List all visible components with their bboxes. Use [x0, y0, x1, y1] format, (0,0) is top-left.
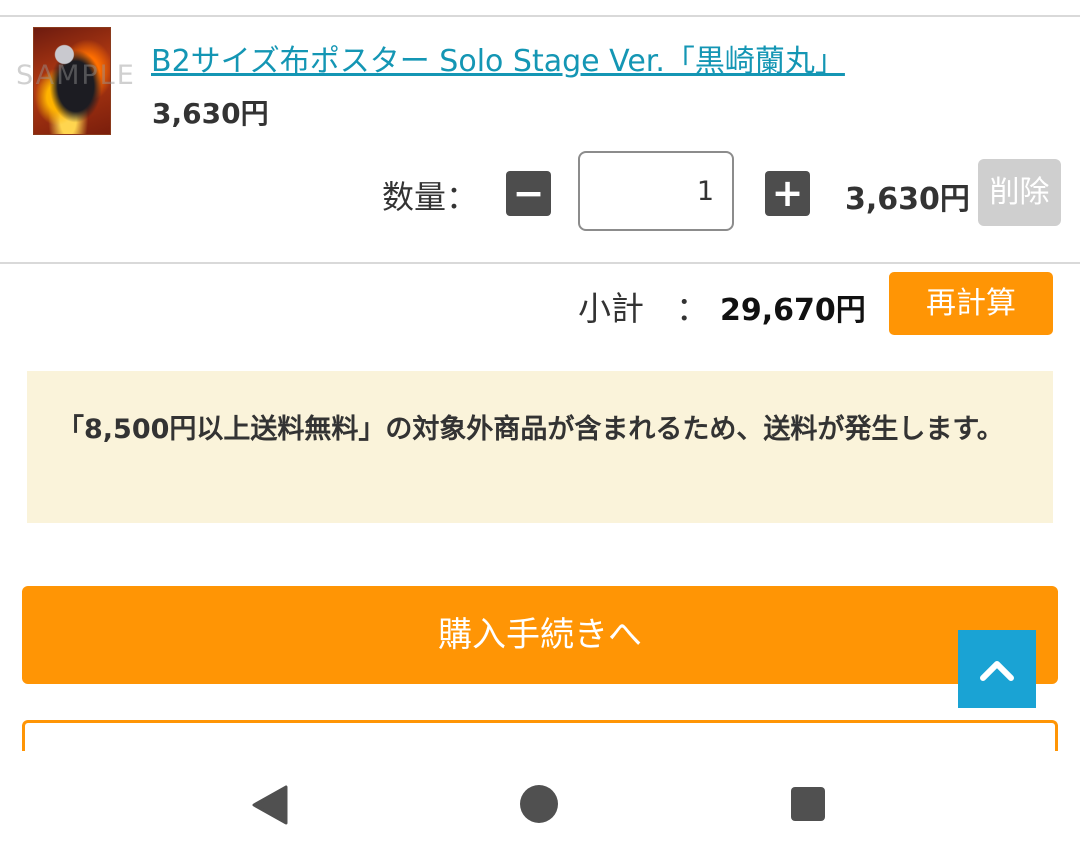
subtotal-colon: ： [676, 289, 709, 328]
subtotal-value: 29,670円 [720, 293, 866, 328]
product-unit-price: 3,630円 [152, 97, 269, 130]
sample-watermark: SAMPLE [16, 60, 136, 91]
quantity-input[interactable] [578, 151, 734, 231]
recents-square-icon[interactable] [791, 787, 825, 821]
recalculate-button[interactable]: 再計算 [889, 272, 1053, 335]
quantity-decrement-button[interactable]: − [506, 171, 551, 216]
minus-icon: − [512, 171, 545, 215]
delete-button[interactable]: 削除 [978, 159, 1061, 226]
shipping-notice: 「8,500円以上送料無料」の対象外商品が含まれるため、送料が発生します。 [27, 371, 1053, 523]
cart-item-bottom-divider [0, 262, 1080, 264]
home-circle-icon[interactable] [520, 785, 558, 823]
line-item-total: 3,630円 [845, 182, 970, 217]
quantity-increment-button[interactable]: + [765, 171, 810, 216]
product-name-link[interactable]: B2サイズ布ポスター Solo Stage Ver.「黒崎蘭丸」 [151, 36, 845, 80]
subtotal-label: 小計 [578, 289, 644, 328]
cart-item-top-divider [0, 15, 1080, 17]
back-triangle-icon[interactable] [252, 785, 288, 825]
quantity-label: 数量： [382, 178, 479, 216]
proceed-to-checkout-button[interactable]: 購入手続きへ [22, 586, 1058, 684]
chevron-up-icon [980, 661, 1014, 681]
plus-icon: + [771, 171, 804, 215]
scroll-to-top-button[interactable] [958, 630, 1036, 708]
